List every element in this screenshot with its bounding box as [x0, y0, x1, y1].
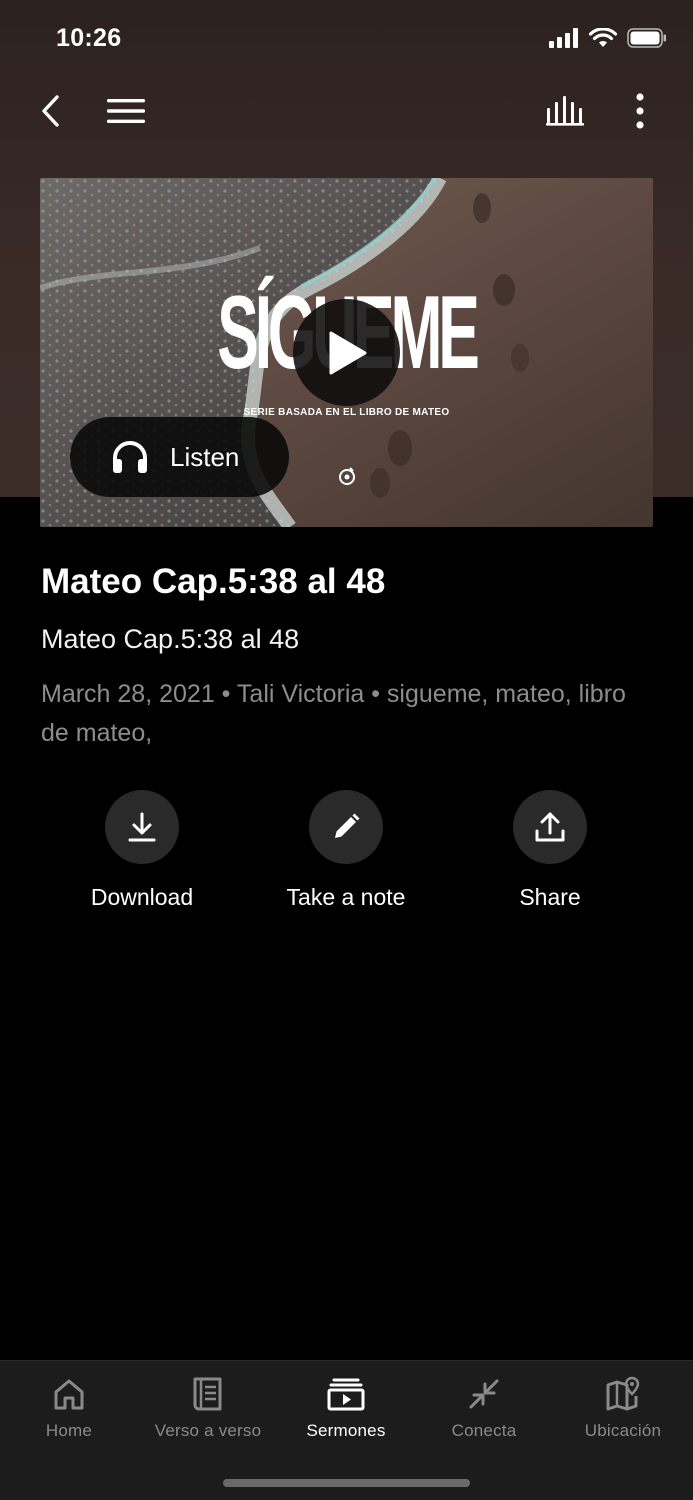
navigation-bar: [0, 80, 693, 142]
download-icon: [105, 790, 179, 864]
chevron-left-icon: [42, 95, 59, 127]
tab-conecta[interactable]: Conecta: [415, 1361, 553, 1456]
status-bar: 10:26: [0, 0, 693, 80]
tab-ubicacion-label: Ubicación: [584, 1421, 662, 1440]
take-note-button[interactable]: Take a note: [256, 790, 436, 920]
tab-conecta-label: Conecta: [451, 1421, 517, 1440]
sermon-meta: March 28, 2021 • Tali Victoria • sigueme…: [41, 680, 626, 747]
wifi-icon: [589, 28, 617, 47]
video-library-icon: [326, 1375, 366, 1413]
status-time: 10:26: [56, 24, 122, 52]
arrows-converge-icon: [464, 1375, 504, 1413]
battery-icon: [627, 28, 666, 48]
listen-button[interactable]: Listen: [70, 417, 289, 497]
home-indicator: [223, 1479, 470, 1487]
tab-sermones[interactable]: Sermones: [277, 1361, 415, 1456]
bottom-tab-bar: Home Verso a verso Sermones Conecta Ubic…: [0, 1360, 693, 1500]
download-button[interactable]: Download: [52, 790, 232, 920]
play-icon: [329, 331, 366, 374]
sermon-artwork: SÍGUEME SERIE BASADA EN EL LIBRO DE MATE…: [40, 178, 653, 527]
tab-home[interactable]: Home: [0, 1361, 138, 1456]
tab-verso-a-verso-label: Verso a verso: [154, 1421, 262, 1440]
back-button[interactable]: [28, 88, 74, 134]
download-label: Download: [90, 884, 194, 910]
book-icon: [188, 1375, 228, 1413]
sermon-subtitle: Mateo Cap.5:38 al 48: [41, 624, 300, 654]
home-icon: [49, 1375, 89, 1413]
more-options-button[interactable]: [617, 88, 663, 134]
audio-player-button[interactable]: [543, 88, 589, 134]
headphones-icon: [110, 437, 150, 477]
equalizer-bars-icon: [546, 96, 584, 126]
share-label: Share: [519, 884, 581, 910]
map-pin-icon: [603, 1375, 643, 1413]
play-button[interactable]: [293, 299, 400, 406]
share-upload-icon: [513, 790, 587, 864]
take-note-label: Take a note: [286, 884, 406, 910]
hamburger-menu-icon: [107, 99, 145, 123]
sermon-title: Mateo Cap.5:38 al 48: [41, 562, 386, 601]
church-logo-icon: [339, 467, 355, 485]
cellular-signal-icon: [549, 28, 578, 48]
tab-verso-a-verso[interactable]: Verso a verso: [139, 1361, 277, 1456]
vertical-ellipsis-icon: [636, 93, 644, 129]
pencil-icon: [309, 790, 383, 864]
status-icons: [549, 28, 667, 48]
tab-home-label: Home: [45, 1421, 93, 1440]
share-button[interactable]: Share: [460, 790, 640, 920]
listen-label: Listen: [170, 441, 240, 472]
menu-button[interactable]: [103, 88, 149, 134]
tab-ubicacion[interactable]: Ubicación: [554, 1361, 692, 1456]
tab-sermones-label: Sermones: [306, 1421, 386, 1440]
